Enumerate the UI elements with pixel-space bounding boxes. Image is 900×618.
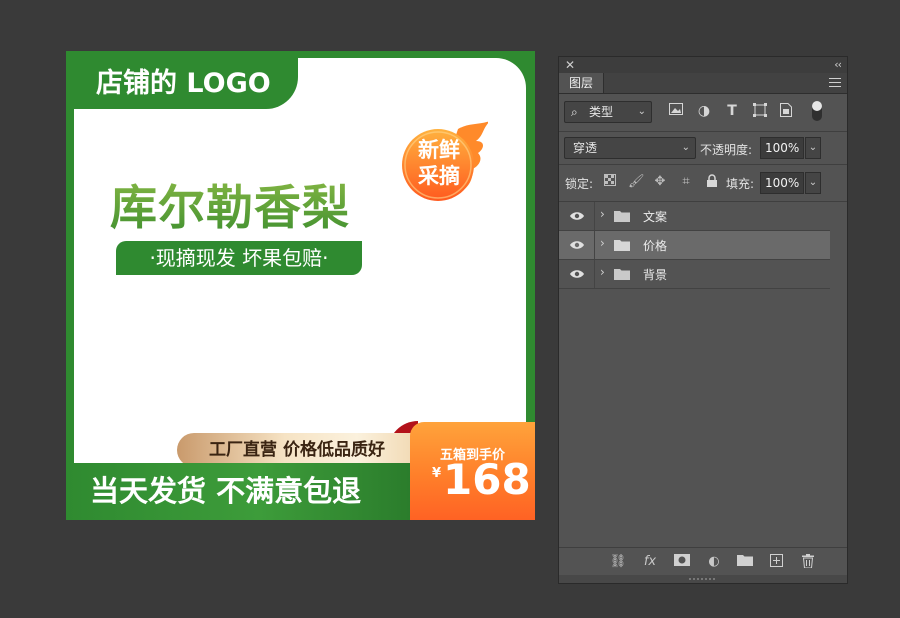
layers-panel: ✕ ‹‹ 图层 ⌕ 类型 ⌄ ◑ T 穿透 ⌄ 不透明度: 100% ⌄ 锁定:…: [558, 56, 848, 584]
logo-tab: 店铺的 LOGO: [66, 51, 298, 109]
opacity-input[interactable]: 100%: [760, 137, 804, 159]
bottom-slogan: 当天发货 不满意包退: [66, 463, 418, 520]
fx-icon[interactable]: fx: [641, 554, 659, 570]
fresh-badge: 新鲜 采摘: [398, 119, 488, 203]
badge-line2: 采摘: [418, 164, 460, 188]
price-currency: ¥: [432, 466, 442, 481]
opacity-dropdown-icon[interactable]: ⌄: [805, 137, 821, 159]
filter-row: ⌕ 类型 ⌄ ◑ T: [559, 93, 847, 132]
layers-scrollbar[interactable]: [830, 202, 847, 546]
panel-bottom-toolbar: ⛓ fx ◐: [559, 547, 847, 576]
type-filter-icon[interactable]: T: [724, 103, 740, 119]
layer-row-copy[interactable]: › 文案: [559, 202, 830, 231]
subtitle-pill: ·现摘现发 坏果包赔·: [116, 241, 362, 275]
document-canvas[interactable]: 店铺的 LOGO 库尔勒香梨 ·现摘现发 坏果包赔· 新鲜 采摘 工厂直营 价格…: [66, 51, 535, 520]
badge-line1: 新鲜: [418, 138, 460, 162]
add-mask-icon[interactable]: [673, 554, 691, 570]
fill-dropdown-icon[interactable]: ⌄: [805, 172, 821, 194]
blend-mode-value: 穿透: [573, 141, 598, 155]
filter-type-select[interactable]: ⌕ 类型 ⌄: [564, 101, 652, 123]
product-title: 库尔勒香梨: [110, 169, 350, 238]
price-value: 168: [443, 455, 531, 504]
image-filter-icon[interactable]: [668, 103, 684, 119]
gold-banner: 工厂直营 价格低品质好: [177, 433, 417, 467]
tab-layers[interactable]: 图层: [559, 73, 605, 93]
fresh-badge-text: 新鲜 采摘: [406, 137, 472, 189]
chevron-down-icon: ⌄: [637, 106, 646, 117]
collapse-panel-icon[interactable]: ‹‹: [834, 58, 842, 71]
adjustment-filter-icon[interactable]: ◑: [696, 103, 712, 119]
lock-all-icon[interactable]: [704, 174, 720, 190]
shop-logo-text: 店铺的 LOGO: [96, 68, 271, 99]
panel-resize-grip[interactable]: [559, 575, 847, 583]
chevron-right-icon[interactable]: ›: [600, 207, 605, 221]
smart-object-filter-icon[interactable]: [778, 103, 794, 119]
lock-label: 锁定:: [565, 177, 594, 191]
eye-icon[interactable]: [559, 231, 595, 259]
lock-row: 锁定: 🖌 ✥ ⌗ 填充: 100% ⌄: [559, 165, 847, 202]
lock-image-pixels-icon[interactable]: 🖌: [628, 174, 645, 190]
lock-position-icon[interactable]: ✥: [652, 174, 668, 190]
new-group-icon[interactable]: [736, 554, 754, 570]
eye-icon[interactable]: [559, 202, 595, 230]
blend-row: 穿透 ⌄ 不透明度: 100% ⌄: [559, 132, 847, 165]
link-layers-icon[interactable]: ⛓: [609, 554, 627, 570]
filter-type-value: 类型: [589, 105, 614, 119]
fill-label: 填充:: [726, 177, 755, 191]
chevron-right-icon[interactable]: ›: [600, 236, 605, 250]
lock-artboard-icon[interactable]: ⌗: [678, 174, 694, 190]
folder-icon: [614, 268, 630, 280]
layer-name: 背景: [643, 268, 668, 282]
eye-icon[interactable]: [559, 260, 595, 288]
panel-tabbar: 图层: [559, 73, 847, 94]
shape-filter-icon[interactable]: [752, 103, 768, 119]
layer-name: 文案: [643, 210, 668, 224]
adjustment-layer-icon[interactable]: ◐: [705, 554, 723, 570]
close-panel-icon[interactable]: ✕: [565, 58, 575, 72]
chevron-right-icon[interactable]: ›: [600, 265, 605, 279]
panel-menu-icon[interactable]: [829, 78, 841, 88]
layer-row-background[interactable]: › 背景: [559, 260, 830, 289]
chevron-down-icon: ⌄: [681, 142, 690, 153]
lock-transparent-pixels-icon[interactable]: [602, 174, 618, 190]
delete-layer-icon[interactable]: [799, 554, 817, 570]
filter-toggle[interactable]: [812, 101, 822, 121]
fill-input[interactable]: 100%: [760, 172, 804, 194]
layer-row-price[interactable]: › 价格: [559, 231, 830, 260]
search-icon: ⌕: [571, 105, 578, 119]
price-box: 五箱到手价 ¥ 168: [410, 422, 535, 520]
panel-titlebar: ✕ ‹‹: [559, 57, 847, 73]
layers-list: › 文案 › 价格 › 背景: [559, 202, 830, 289]
folder-icon: [614, 210, 630, 222]
layer-name: 价格: [643, 239, 668, 253]
folder-icon: [614, 239, 630, 251]
opacity-label: 不透明度:: [700, 143, 753, 157]
new-layer-icon[interactable]: [767, 554, 785, 570]
blend-mode-select[interactable]: 穿透 ⌄: [564, 137, 696, 159]
